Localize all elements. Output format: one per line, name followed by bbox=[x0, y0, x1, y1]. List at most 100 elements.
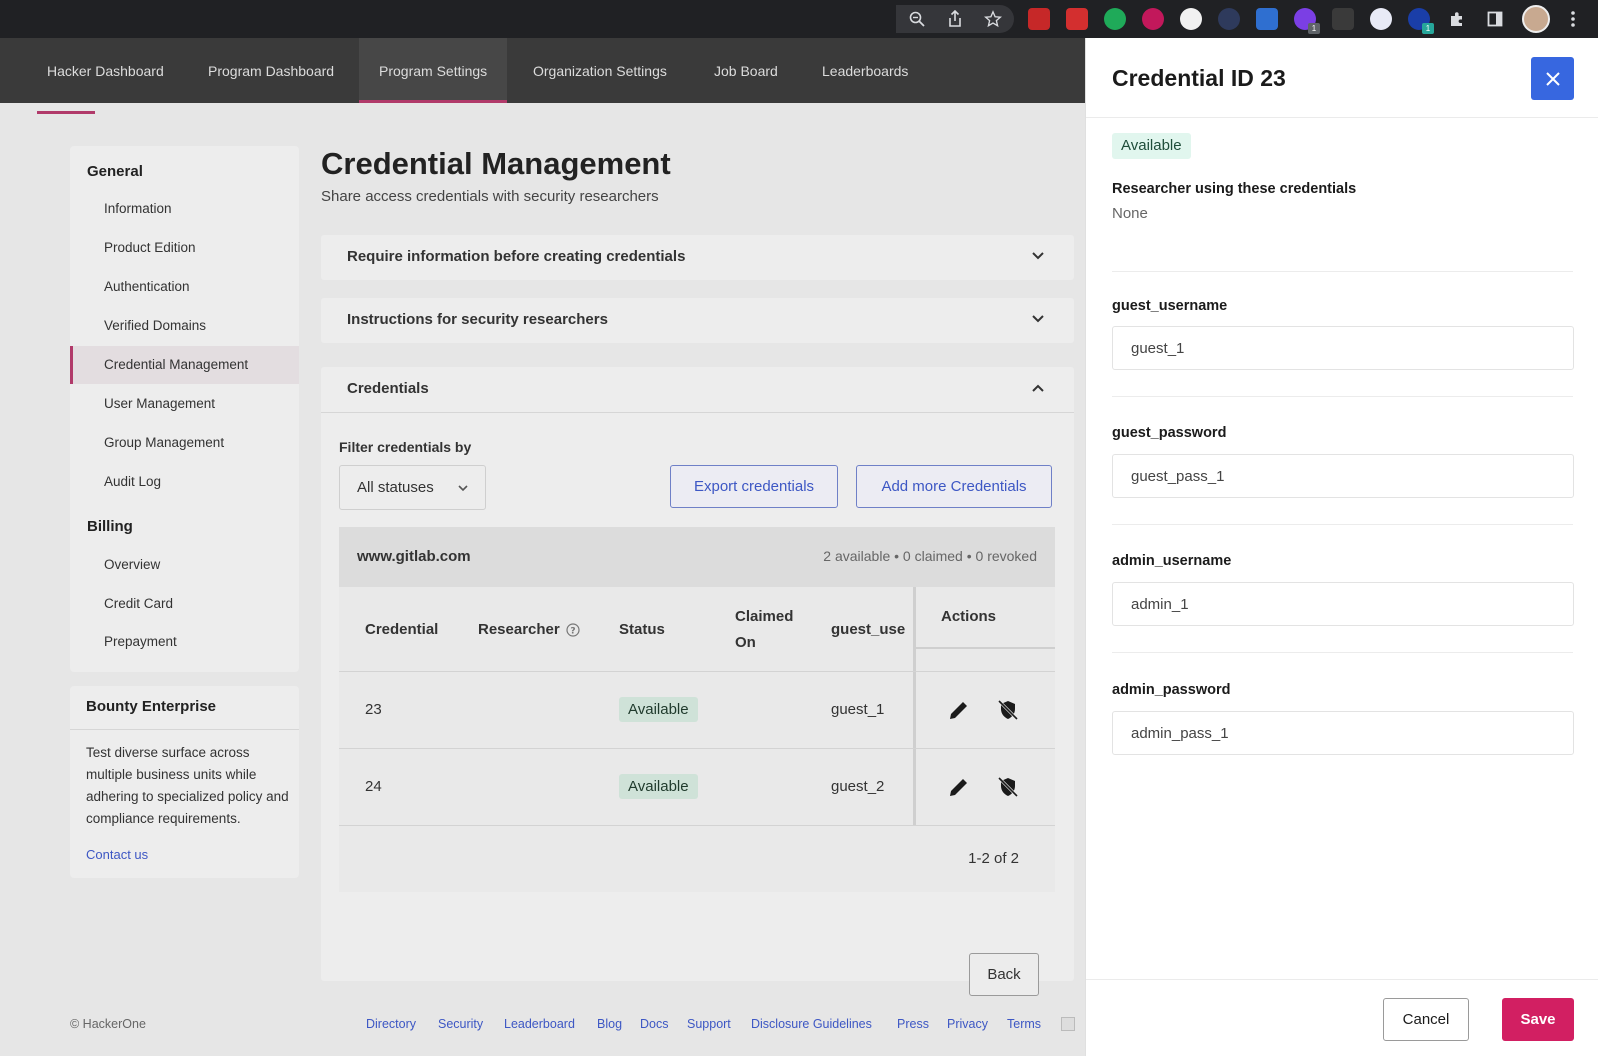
close-button[interactable] bbox=[1531, 57, 1574, 100]
sidebar-item-authentication[interactable]: Authentication bbox=[70, 268, 299, 306]
sidebar-item-user-management[interactable]: User Management bbox=[70, 385, 299, 423]
filter-label: Filter credentials by bbox=[339, 439, 472, 455]
column-researcher-label: Researcher bbox=[478, 621, 560, 638]
footer-link-security[interactable]: Security bbox=[438, 1017, 483, 1031]
status-filter-select[interactable]: All statuses bbox=[339, 465, 486, 510]
row-guest-username: guest_1 bbox=[831, 701, 885, 718]
extension-9-icon[interactable] bbox=[1332, 8, 1354, 30]
page-title: Credential Management bbox=[321, 146, 671, 181]
nav-job-board[interactable]: Job Board bbox=[694, 38, 798, 103]
nav-program-dashboard[interactable]: Program Dashboard bbox=[188, 38, 354, 103]
guest-password-input[interactable] bbox=[1112, 454, 1574, 498]
footer-link-privacy[interactable]: Privacy bbox=[947, 1017, 988, 1031]
nav-hacker-dashboard[interactable]: Hacker Dashboard bbox=[27, 38, 184, 103]
contact-us-link[interactable]: Contact us bbox=[86, 847, 148, 862]
nav-leaderboards[interactable]: Leaderboards bbox=[802, 38, 928, 103]
guest-username-input[interactable] bbox=[1112, 326, 1574, 370]
page-footer: © HackerOne Directory Security Leaderboa… bbox=[0, 1010, 1085, 1050]
column-researcher: Researcher ? bbox=[478, 621, 580, 638]
sidebar-item-group-management[interactable]: Group Management bbox=[70, 424, 299, 462]
nav-organization-settings[interactable]: Organization Settings bbox=[513, 38, 687, 103]
accordion-label: Require information before creating cred… bbox=[347, 248, 686, 265]
sidebar-item-overview[interactable]: Overview bbox=[70, 546, 299, 584]
extension-6-icon[interactable] bbox=[1218, 8, 1240, 30]
sidebar-billing-heading: Billing bbox=[87, 518, 133, 535]
status-badge: Available bbox=[1112, 133, 1191, 159]
cancel-button[interactable]: Cancel bbox=[1383, 998, 1469, 1041]
column-actions: Actions bbox=[941, 608, 997, 625]
footer-link-disclosure-guidelines[interactable]: Disclosure Guidelines bbox=[751, 1017, 872, 1031]
bounty-description: Test diverse surface across multiple bus… bbox=[86, 745, 289, 826]
avatar[interactable] bbox=[1522, 5, 1550, 33]
credentials-panel: Credentials Filter credentials by All st… bbox=[321, 367, 1074, 996]
extension-8-icon[interactable]: 1 bbox=[1294, 8, 1320, 34]
footer-link-press[interactable]: Press bbox=[897, 1017, 929, 1031]
admin-password-input[interactable] bbox=[1112, 711, 1574, 755]
sidebar-item-product-edition[interactable]: Product Edition bbox=[70, 229, 299, 267]
divider bbox=[1086, 117, 1598, 118]
sidebar-item-credit-card[interactable]: Credit Card bbox=[70, 585, 299, 623]
puzzle-icon[interactable] bbox=[1446, 8, 1468, 30]
bounty-enterprise-card: Bounty Enterprise Test diverse surface a… bbox=[70, 686, 299, 878]
sidebar-item-credential-management[interactable]: Credential Management bbox=[70, 346, 299, 384]
divider bbox=[1112, 524, 1573, 525]
footer-link-blog[interactable]: Blog bbox=[597, 1017, 622, 1031]
save-button[interactable]: Save bbox=[1502, 998, 1574, 1041]
footer-link-support[interactable]: Support bbox=[687, 1017, 731, 1031]
more-vertical-icon[interactable] bbox=[1562, 8, 1584, 30]
admin-username-input[interactable] bbox=[1112, 582, 1574, 626]
divider bbox=[1086, 979, 1598, 980]
sidebar-item-verified-domains[interactable]: Verified Domains bbox=[70, 307, 299, 345]
add-credentials-button[interactable]: Add more Credentials bbox=[856, 465, 1052, 508]
footer-link-terms[interactable]: Terms bbox=[1007, 1017, 1041, 1031]
extension-11-icon[interactable]: 1 bbox=[1408, 8, 1434, 34]
footer-link-docs[interactable]: Docs bbox=[640, 1017, 668, 1031]
guest-password-label: guest_password bbox=[1112, 425, 1227, 441]
share-icon[interactable] bbox=[944, 8, 966, 30]
extension-3-icon[interactable] bbox=[1104, 8, 1126, 30]
export-credentials-button[interactable]: Export credentials bbox=[670, 465, 838, 508]
nav-program-settings[interactable]: Program Settings bbox=[359, 38, 508, 103]
sidebar-item-information[interactable]: Information bbox=[70, 190, 299, 228]
sidebar-item-prepayment[interactable]: Prepayment bbox=[70, 623, 299, 661]
footer-link-directory[interactable]: Directory bbox=[366, 1017, 416, 1031]
extension-10-icon[interactable] bbox=[1370, 8, 1392, 30]
column-status: Status bbox=[619, 621, 665, 638]
divider bbox=[1112, 396, 1573, 397]
admin-password-label: admin_password bbox=[1112, 682, 1231, 698]
extension-2-icon[interactable] bbox=[1066, 8, 1088, 30]
extension-1-icon[interactable] bbox=[1028, 8, 1050, 30]
chevron-down-icon bbox=[458, 485, 468, 492]
svg-text:?: ? bbox=[570, 626, 575, 636]
revoke-icon[interactable] bbox=[996, 775, 1020, 799]
accordion-instructions[interactable]: Instructions for security researchers bbox=[321, 298, 1074, 343]
footer-social-icon[interactable] bbox=[1061, 1017, 1075, 1031]
accordion-label: Instructions for security researchers bbox=[347, 311, 608, 328]
credentials-heading[interactable]: Credentials bbox=[347, 380, 429, 397]
zoom-icon[interactable] bbox=[906, 8, 928, 30]
extension-5-icon[interactable] bbox=[1180, 8, 1202, 30]
hackerone-app: Hacker Dashboard Program Dashboard Progr… bbox=[0, 38, 1085, 1056]
row-credential-id: 23 bbox=[365, 701, 382, 718]
pencil-icon[interactable] bbox=[947, 698, 971, 722]
side-panel-icon[interactable] bbox=[1484, 8, 1506, 30]
pencil-icon[interactable] bbox=[947, 775, 971, 799]
copyright: © HackerOne bbox=[70, 1017, 146, 1031]
star-icon[interactable] bbox=[982, 8, 1004, 30]
chevron-up-icon[interactable] bbox=[1028, 379, 1048, 399]
back-button[interactable]: Back bbox=[969, 953, 1039, 996]
help-circle-icon[interactable]: ? bbox=[566, 622, 580, 637]
column-credential: Credential bbox=[365, 621, 439, 638]
sidebar-item-audit-log[interactable]: Audit Log bbox=[70, 463, 299, 501]
extension-7-icon[interactable] bbox=[1256, 8, 1278, 30]
active-indicator bbox=[37, 111, 95, 114]
accordion-require-information[interactable]: Require information before creating cred… bbox=[321, 235, 1074, 280]
footer-link-leaderboard[interactable]: Leaderboard bbox=[504, 1017, 575, 1031]
page-subtitle: Share access credentials with security r… bbox=[321, 188, 659, 205]
actions-header-cell: Actions bbox=[913, 587, 1055, 649]
column-claimed-on-line1: Claimed bbox=[735, 608, 794, 625]
row-divider bbox=[339, 825, 1055, 826]
extension-4-icon[interactable] bbox=[1142, 8, 1164, 30]
revoke-icon[interactable] bbox=[996, 698, 1020, 722]
chevron-down-icon bbox=[1032, 315, 1044, 323]
